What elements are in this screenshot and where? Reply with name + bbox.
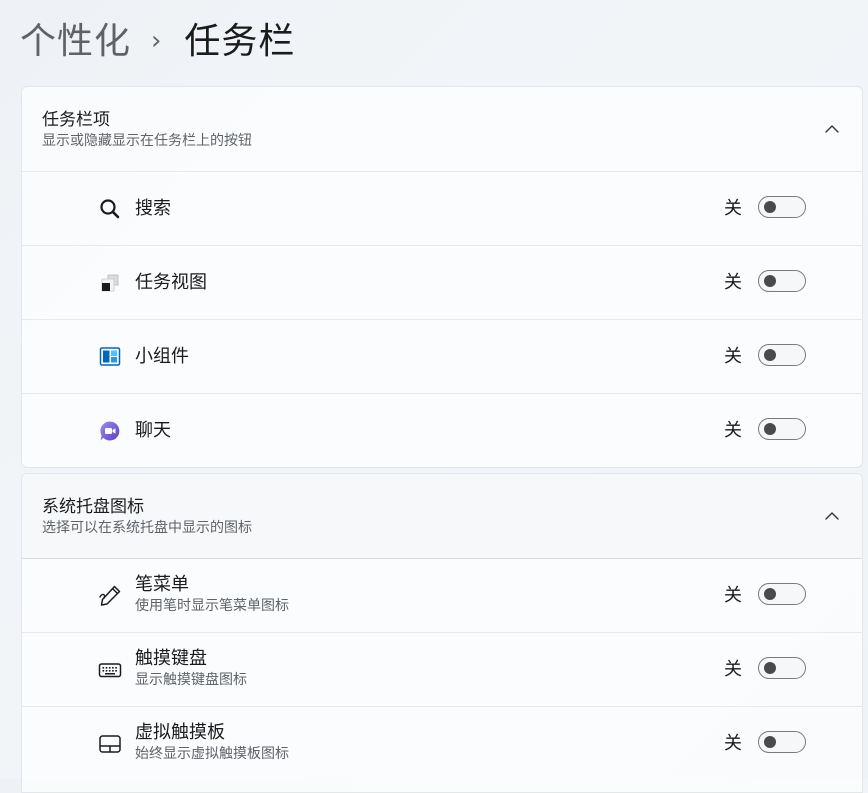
keyboard-icon — [98, 663, 122, 678]
chat-icon — [100, 421, 120, 441]
task-view-icon — [101, 274, 119, 292]
chevron-up-icon[interactable] — [824, 508, 840, 524]
search-icon — [100, 199, 120, 219]
toggle-knob — [764, 349, 776, 361]
toggle-knob — [764, 662, 776, 674]
setting-label: 任务视图 — [135, 272, 207, 293]
toggle-knob — [764, 423, 776, 435]
setting-description: 使用笔时显示笔菜单图标 — [135, 598, 289, 614]
section-subtitle: 显示或隐藏显示在任务栏上的按钮 — [42, 133, 252, 149]
task-view-toggle[interactable] — [758, 270, 806, 292]
toggle-state-text: 关 — [724, 733, 742, 754]
toggle-state-text: 关 — [724, 659, 742, 680]
toggle-state-text: 关 — [724, 346, 742, 367]
setting-text: 笔菜单 使用笔时显示笔菜单图标 — [135, 574, 289, 616]
section-title: 任务栏项 — [42, 110, 110, 130]
setting-row-task-view: 任务视图 关 — [22, 246, 862, 320]
setting-row-virtual-touchpad: 虚拟触摸板 始终显示虚拟触摸板图标 关 — [22, 707, 862, 781]
breadcrumb-separator-icon: › — [151, 26, 163, 56]
touch-keyboard-toggle[interactable] — [758, 657, 806, 679]
breadcrumb-parent-personalization[interactable]: 个性化 — [20, 16, 131, 68]
touchpad-icon — [99, 735, 121, 753]
toggle-state-text: 关 — [724, 272, 742, 293]
section-subtitle: 选择可以在系统托盘中显示的图标 — [42, 520, 252, 536]
setting-label: 搜索 — [135, 198, 171, 219]
toggle-state-text: 关 — [724, 198, 742, 219]
setting-label: 触摸键盘 — [135, 648, 207, 669]
search-toggle[interactable] — [758, 196, 806, 218]
toggle-knob — [764, 201, 776, 213]
setting-description: 始终显示虚拟触摸板图标 — [135, 746, 289, 762]
toggle-state-text: 关 — [724, 585, 742, 606]
chevron-up-icon[interactable] — [824, 121, 840, 137]
taskbar-items-header[interactable]: 任务栏项 显示或隐藏显示在任务栏上的按钮 — [22, 87, 862, 172]
system-tray-header[interactable]: 系统托盘图标 选择可以在系统托盘中显示的图标 — [22, 474, 862, 559]
setting-description: 显示触摸键盘图标 — [135, 672, 247, 688]
toggle-knob — [764, 736, 776, 748]
virtual-touchpad-toggle[interactable] — [758, 731, 806, 753]
page-title: 任务栏 — [184, 21, 296, 62]
setting-label: 笔菜单 — [135, 574, 189, 595]
toggle-state-text: 关 — [724, 420, 742, 441]
setting-row-chat: 聊天 关 — [22, 394, 862, 467]
system-tray-section: 系统托盘图标 选择可以在系统托盘中显示的图标 笔菜单 使用笔时显示笔菜单图标 关 — [21, 473, 863, 793]
setting-row-pen-menu: 笔菜单 使用笔时显示笔菜单图标 关 — [22, 559, 862, 633]
pen-menu-toggle[interactable] — [758, 583, 806, 605]
setting-row-search: 搜索 关 — [22, 172, 862, 246]
widgets-toggle[interactable] — [758, 344, 806, 366]
setting-text: 触摸键盘 显示触摸键盘图标 — [135, 648, 247, 690]
pen-icon — [99, 585, 121, 606]
chat-toggle[interactable] — [758, 418, 806, 440]
breadcrumb: 个性化 › 任务栏 — [20, 16, 295, 68]
setting-row-widgets: 小组件 关 — [22, 320, 862, 394]
setting-text: 虚拟触摸板 始终显示虚拟触摸板图标 — [135, 722, 289, 764]
setting-label: 聊天 — [135, 420, 171, 441]
setting-row-touch-keyboard: 触摸键盘 显示触摸键盘图标 关 — [22, 633, 862, 707]
toggle-knob — [764, 588, 776, 600]
section-title: 系统托盘图标 — [42, 497, 144, 517]
setting-label: 小组件 — [135, 346, 189, 367]
widgets-icon — [99, 347, 121, 366]
setting-label: 虚拟触摸板 — [135, 722, 225, 743]
taskbar-items-section: 任务栏项 显示或隐藏显示在任务栏上的按钮 搜索 关 任务视图 关 小组件 关 聊… — [21, 86, 863, 468]
toggle-knob — [764, 275, 776, 287]
